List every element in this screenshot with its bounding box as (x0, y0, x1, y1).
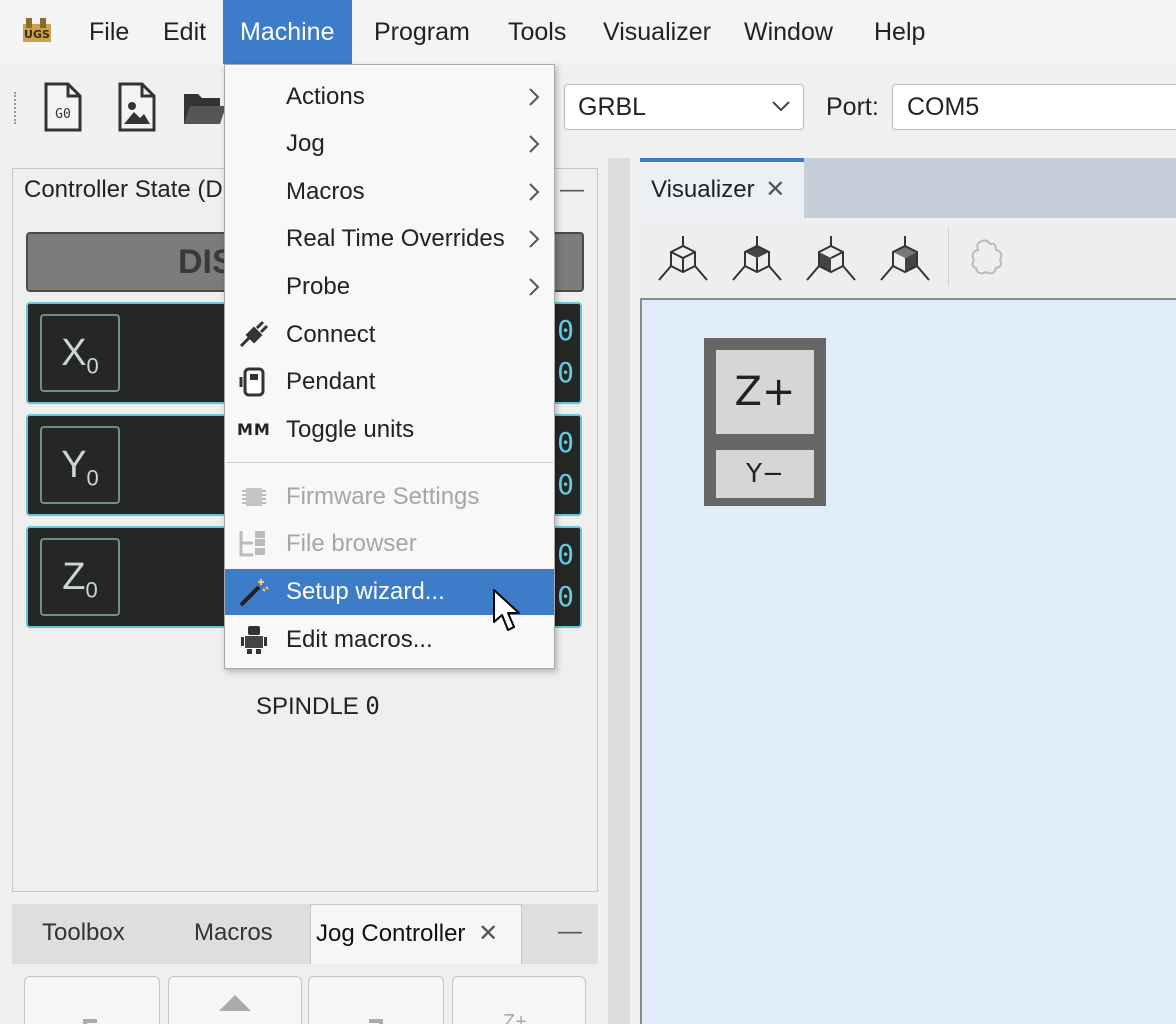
reset-y-button[interactable]: Y0 (40, 426, 120, 504)
close-icon[interactable]: ✕ (765, 176, 785, 203)
minimize-button[interactable]: — (558, 918, 582, 946)
axis-digit: 0 (557, 426, 574, 459)
chevron-right-icon (529, 88, 540, 106)
navigation-cube[interactable]: Z+ Y− (704, 338, 826, 506)
menu-item-jog[interactable]: Jog (225, 121, 554, 167)
units-mm-icon: MM (237, 420, 271, 439)
pendant-icon (239, 367, 265, 397)
front-view-icon[interactable] (802, 232, 860, 288)
menu-item-macros[interactable]: Macros (225, 169, 554, 215)
toolbar-grip[interactable] (14, 92, 20, 124)
chevron-right-icon (529, 278, 540, 296)
jog-y-plus-button[interactable] (168, 976, 302, 1024)
controller-state-title[interactable]: Controller State (D (24, 170, 223, 210)
top-view-icon[interactable] (728, 232, 786, 288)
jog-z-plus-label: Z+ (503, 1011, 527, 1024)
chevron-down-icon (772, 101, 790, 112)
menu-item-connect[interactable]: Connect (225, 312, 554, 358)
robot-icon (241, 626, 267, 654)
tab-macros[interactable]: Macros (180, 904, 287, 964)
menu-separator (226, 462, 553, 463)
cube-front-face[interactable]: Y− (716, 450, 814, 498)
toolbar-separator (948, 228, 949, 286)
jog-up-left-button[interactable] (24, 976, 160, 1024)
svg-text:UGS: UGS (24, 28, 50, 41)
file-tree-icon (239, 531, 265, 557)
menu-visualizer[interactable]: Visualizer (586, 0, 728, 64)
magic-wand-icon (239, 579, 269, 607)
port-label: Port: (826, 93, 879, 121)
tab-toolbox[interactable]: Toolbox (28, 904, 139, 964)
menu-machine[interactable]: Machine (223, 0, 352, 64)
port-field[interactable]: COM5 (892, 84, 1176, 130)
tab-visualizer-label: Visualizer (651, 176, 755, 203)
reset-x-button[interactable]: X0 (40, 314, 120, 392)
tab-jog-controller[interactable]: Jog Controller ✕ (310, 904, 522, 964)
app-logo-icon: UGS (23, 18, 51, 42)
axis-digit: 0 (557, 580, 574, 613)
firmware-select-value: GRBL (578, 93, 647, 121)
menu-edit[interactable]: Edit (146, 0, 223, 64)
menu-item-actions[interactable]: Actions (225, 74, 554, 120)
image-file-icon[interactable] (112, 80, 160, 134)
arrow-up-right-icon (369, 1019, 383, 1024)
menu-window[interactable]: Window (727, 0, 850, 64)
arrow-up-left-icon (83, 1019, 97, 1024)
jog-up-right-button[interactable] (308, 976, 444, 1024)
menu-file[interactable]: File (72, 0, 146, 64)
firmware-select[interactable]: GRBL (564, 84, 804, 130)
spindle-label: SPINDLE (256, 693, 359, 720)
reset-z-button[interactable]: Z0 (40, 538, 120, 616)
side-view-icon[interactable] (876, 232, 934, 288)
axis-digit: 0 (557, 314, 574, 347)
menu-item-probe[interactable]: Probe (225, 264, 554, 310)
gcode-file-icon[interactable]: G0 (38, 80, 86, 134)
tab-visualizer[interactable]: Visualizer ✕ (640, 158, 804, 218)
menu-item-file-browser[interactable]: File browser (225, 521, 554, 567)
tab-jog-controller-label: Jog Controller (316, 920, 466, 947)
menu-item-pendant[interactable]: Pendant (225, 359, 554, 405)
mouse-cursor-icon (493, 589, 520, 631)
chevron-right-icon (529, 230, 540, 248)
iso-view-icon[interactable] (654, 232, 712, 288)
jog-z-plus-button[interactable]: Z+ (452, 976, 586, 1024)
open-folder-icon[interactable] (180, 80, 228, 134)
arrow-up-icon (219, 995, 251, 1011)
menu-help[interactable]: Help (857, 0, 942, 64)
spindle-value: 0 (365, 692, 380, 720)
move-view-icon[interactable] (958, 232, 1016, 288)
chip-icon (242, 488, 266, 506)
menu-item-toggle-units[interactable]: MM Toggle units (225, 407, 554, 453)
chevron-right-icon (529, 135, 540, 153)
menu-program[interactable]: Program (357, 0, 487, 64)
spindle-readout: SPINDLE 0 (256, 688, 380, 725)
axis-digit: 0 (557, 538, 574, 571)
svg-text:G0: G0 (55, 107, 71, 122)
axis-digit: 0 (557, 468, 574, 501)
menu-item-real-time-overrides[interactable]: Real Time Overrides (225, 216, 554, 262)
menu-tools[interactable]: Tools (491, 0, 583, 64)
axis-digit: 0 (557, 356, 574, 389)
panel-splitter[interactable] (608, 158, 630, 1024)
minimize-button[interactable]: — (560, 176, 584, 204)
menu-item-firmware-settings[interactable]: Firmware Settings (225, 474, 554, 520)
plug-icon (239, 320, 269, 348)
cube-top-face[interactable]: Z+ (716, 350, 814, 434)
chevron-right-icon (529, 183, 540, 201)
close-icon[interactable]: ✕ (478, 920, 498, 947)
